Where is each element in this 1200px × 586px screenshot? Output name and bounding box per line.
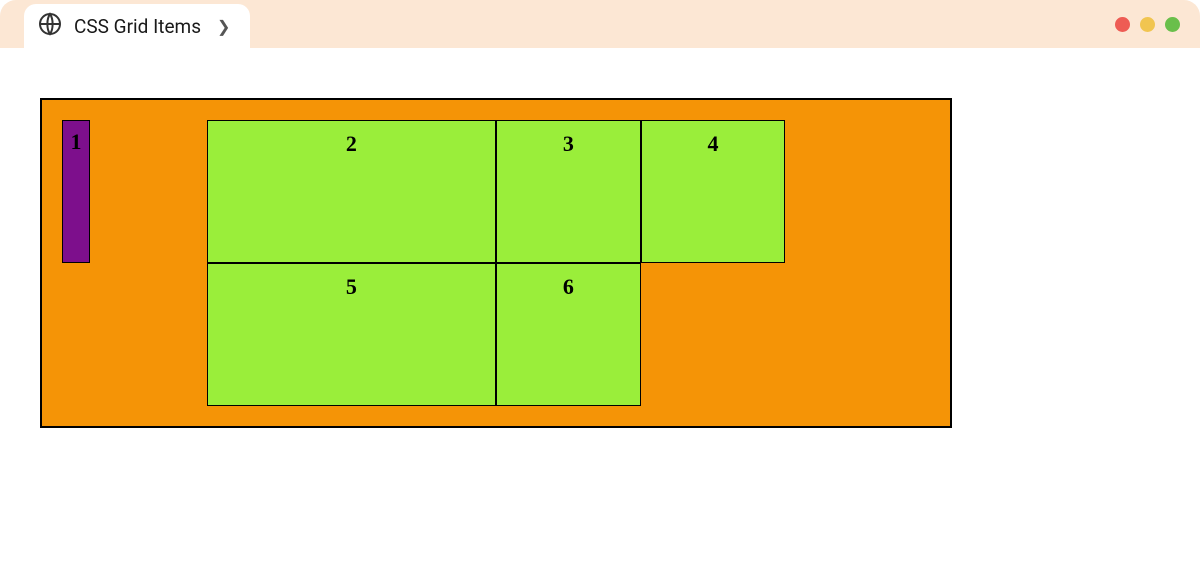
- page-content: 1 2 3 4 5 6: [0, 48, 1200, 468]
- browser-window: CSS Grid Items ❯ 1 2 3 4 5 6: [0, 0, 1200, 586]
- tab-title: CSS Grid Items: [74, 15, 201, 38]
- grid-item-5: 5: [207, 263, 496, 406]
- minimize-button[interactable]: [1140, 17, 1155, 32]
- chevron-right-icon: ❯: [217, 17, 230, 36]
- browser-tab[interactable]: CSS Grid Items ❯: [24, 4, 250, 48]
- grid-item-1: 1: [62, 120, 90, 263]
- grid-item-3: 3: [496, 120, 641, 263]
- maximize-button[interactable]: [1165, 17, 1180, 32]
- window-controls: [1115, 17, 1180, 32]
- grid-item-6: 6: [496, 263, 641, 406]
- grid-item-4: 4: [641, 120, 786, 263]
- globe-icon: [38, 12, 62, 40]
- close-button[interactable]: [1115, 17, 1130, 32]
- grid-container: 1 2 3 4 5 6: [40, 98, 952, 428]
- grid-item-2: 2: [207, 120, 496, 263]
- titlebar: CSS Grid Items ❯: [0, 0, 1200, 48]
